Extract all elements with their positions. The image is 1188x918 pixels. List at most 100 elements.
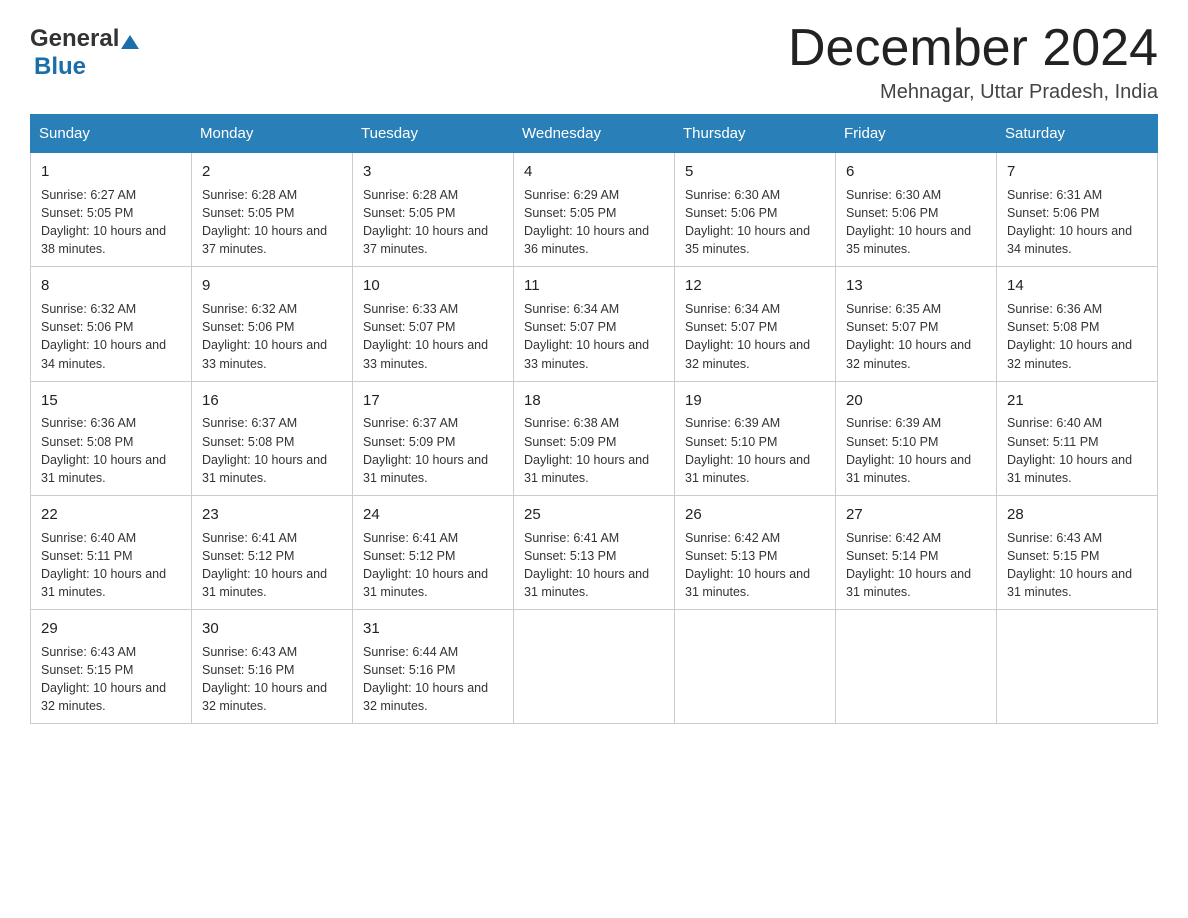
daylight-label: Daylight: 10 hours and 31 minutes. [363, 567, 488, 599]
sunset-label: Sunset: 5:12 PM [202, 549, 294, 563]
sunrise-label: Sunrise: 6:43 AM [41, 645, 136, 659]
sunrise-label: Sunrise: 6:28 AM [363, 188, 458, 202]
daylight-label: Daylight: 10 hours and 31 minutes. [41, 567, 166, 599]
sunset-label: Sunset: 5:15 PM [1007, 549, 1099, 563]
week-row-2: 8 Sunrise: 6:32 AM Sunset: 5:06 PM Dayli… [31, 267, 1158, 381]
sunset-label: Sunset: 5:14 PM [846, 549, 938, 563]
daylight-label: Daylight: 10 hours and 35 minutes. [846, 224, 971, 256]
sunrise-label: Sunrise: 6:30 AM [685, 188, 780, 202]
day-number: 16 [202, 390, 342, 412]
calendar-cell: 7 Sunrise: 6:31 AM Sunset: 5:06 PM Dayli… [997, 153, 1158, 267]
sunrise-label: Sunrise: 6:41 AM [524, 531, 619, 545]
calendar-cell: 20 Sunrise: 6:39 AM Sunset: 5:10 PM Dayl… [836, 381, 997, 495]
daylight-label: Daylight: 10 hours and 31 minutes. [202, 453, 327, 485]
sunrise-label: Sunrise: 6:38 AM [524, 416, 619, 430]
sunset-label: Sunset: 5:06 PM [685, 206, 777, 220]
day-number: 30 [202, 618, 342, 640]
sunset-label: Sunset: 5:13 PM [685, 549, 777, 563]
sunset-label: Sunset: 5:05 PM [202, 206, 294, 220]
sunset-label: Sunset: 5:07 PM [685, 320, 777, 334]
sunset-label: Sunset: 5:05 PM [363, 206, 455, 220]
day-number: 4 [524, 161, 664, 183]
location: Mehnagar, Uttar Pradesh, India [788, 81, 1158, 104]
calendar-cell: 2 Sunrise: 6:28 AM Sunset: 5:05 PM Dayli… [192, 153, 353, 267]
sunrise-label: Sunrise: 6:27 AM [41, 188, 136, 202]
day-number: 3 [363, 161, 503, 183]
day-number: 14 [1007, 275, 1147, 297]
sunset-label: Sunset: 5:08 PM [202, 435, 294, 449]
sunrise-label: Sunrise: 6:40 AM [1007, 416, 1102, 430]
calendar-cell: 22 Sunrise: 6:40 AM Sunset: 5:11 PM Dayl… [31, 495, 192, 609]
calendar-cell: 4 Sunrise: 6:29 AM Sunset: 5:05 PM Dayli… [514, 153, 675, 267]
sunrise-label: Sunrise: 6:28 AM [202, 188, 297, 202]
calendar-cell: 8 Sunrise: 6:32 AM Sunset: 5:06 PM Dayli… [31, 267, 192, 381]
calendar-cell: 26 Sunrise: 6:42 AM Sunset: 5:13 PM Dayl… [675, 495, 836, 609]
sunrise-label: Sunrise: 6:41 AM [363, 531, 458, 545]
day-number: 11 [524, 275, 664, 297]
week-row-4: 22 Sunrise: 6:40 AM Sunset: 5:11 PM Dayl… [31, 495, 1158, 609]
day-number: 17 [363, 390, 503, 412]
sunrise-label: Sunrise: 6:31 AM [1007, 188, 1102, 202]
day-number: 7 [1007, 161, 1147, 183]
sunrise-label: Sunrise: 6:42 AM [846, 531, 941, 545]
daylight-label: Daylight: 10 hours and 31 minutes. [363, 453, 488, 485]
day-number: 8 [41, 275, 181, 297]
calendar-cell: 6 Sunrise: 6:30 AM Sunset: 5:06 PM Dayli… [836, 153, 997, 267]
day-number: 28 [1007, 504, 1147, 526]
daylight-label: Daylight: 10 hours and 34 minutes. [1007, 224, 1132, 256]
sunrise-label: Sunrise: 6:36 AM [41, 416, 136, 430]
calendar-cell [514, 610, 675, 724]
daylight-label: Daylight: 10 hours and 32 minutes. [202, 681, 327, 713]
daylight-label: Daylight: 10 hours and 37 minutes. [202, 224, 327, 256]
sunset-label: Sunset: 5:06 PM [846, 206, 938, 220]
logo-triangle-icon [121, 31, 139, 49]
sunset-label: Sunset: 5:07 PM [363, 320, 455, 334]
sunset-label: Sunset: 5:08 PM [41, 435, 133, 449]
daylight-label: Daylight: 10 hours and 31 minutes. [1007, 453, 1132, 485]
day-number: 5 [685, 161, 825, 183]
week-row-3: 15 Sunrise: 6:36 AM Sunset: 5:08 PM Dayl… [31, 381, 1158, 495]
week-row-5: 29 Sunrise: 6:43 AM Sunset: 5:15 PM Dayl… [31, 610, 1158, 724]
daylight-label: Daylight: 10 hours and 38 minutes. [41, 224, 166, 256]
calendar-table: SundayMondayTuesdayWednesdayThursdayFrid… [30, 114, 1158, 724]
day-number: 21 [1007, 390, 1147, 412]
sunset-label: Sunset: 5:08 PM [1007, 320, 1099, 334]
sunset-label: Sunset: 5:05 PM [41, 206, 133, 220]
daylight-label: Daylight: 10 hours and 31 minutes. [846, 567, 971, 599]
sunrise-label: Sunrise: 6:35 AM [846, 302, 941, 316]
sunrise-label: Sunrise: 6:30 AM [846, 188, 941, 202]
daylight-label: Daylight: 10 hours and 31 minutes. [685, 567, 810, 599]
day-number: 27 [846, 504, 986, 526]
sunset-label: Sunset: 5:07 PM [846, 320, 938, 334]
sunrise-label: Sunrise: 6:36 AM [1007, 302, 1102, 316]
calendar-cell: 10 Sunrise: 6:33 AM Sunset: 5:07 PM Dayl… [353, 267, 514, 381]
sunset-label: Sunset: 5:10 PM [846, 435, 938, 449]
sunset-label: Sunset: 5:13 PM [524, 549, 616, 563]
daylight-label: Daylight: 10 hours and 34 minutes. [41, 338, 166, 370]
calendar-cell: 1 Sunrise: 6:27 AM Sunset: 5:05 PM Dayli… [31, 153, 192, 267]
sunrise-label: Sunrise: 6:39 AM [685, 416, 780, 430]
logo-blue-text: Blue [30, 53, 86, 80]
sunset-label: Sunset: 5:16 PM [363, 663, 455, 677]
daylight-label: Daylight: 10 hours and 31 minutes. [685, 453, 810, 485]
sunset-label: Sunset: 5:06 PM [202, 320, 294, 334]
daylight-label: Daylight: 10 hours and 33 minutes. [363, 338, 488, 370]
calendar-cell [836, 610, 997, 724]
day-number: 6 [846, 161, 986, 183]
title-section: December 2024 Mehnagar, Uttar Pradesh, I… [788, 20, 1158, 104]
logo: General Blue [30, 20, 139, 81]
day-number: 9 [202, 275, 342, 297]
day-number: 23 [202, 504, 342, 526]
logo-general-text: General [30, 25, 119, 53]
sunrise-label: Sunrise: 6:32 AM [41, 302, 136, 316]
sunrise-label: Sunrise: 6:43 AM [1007, 531, 1102, 545]
calendar-cell: 28 Sunrise: 6:43 AM Sunset: 5:15 PM Dayl… [997, 495, 1158, 609]
day-number: 19 [685, 390, 825, 412]
sunrise-label: Sunrise: 6:43 AM [202, 645, 297, 659]
day-number: 1 [41, 161, 181, 183]
daylight-label: Daylight: 10 hours and 33 minutes. [524, 338, 649, 370]
sunrise-label: Sunrise: 6:34 AM [524, 302, 619, 316]
page-header: General Blue December 2024 Mehnagar, Utt… [30, 20, 1158, 104]
sunrise-label: Sunrise: 6:32 AM [202, 302, 297, 316]
sunrise-label: Sunrise: 6:33 AM [363, 302, 458, 316]
